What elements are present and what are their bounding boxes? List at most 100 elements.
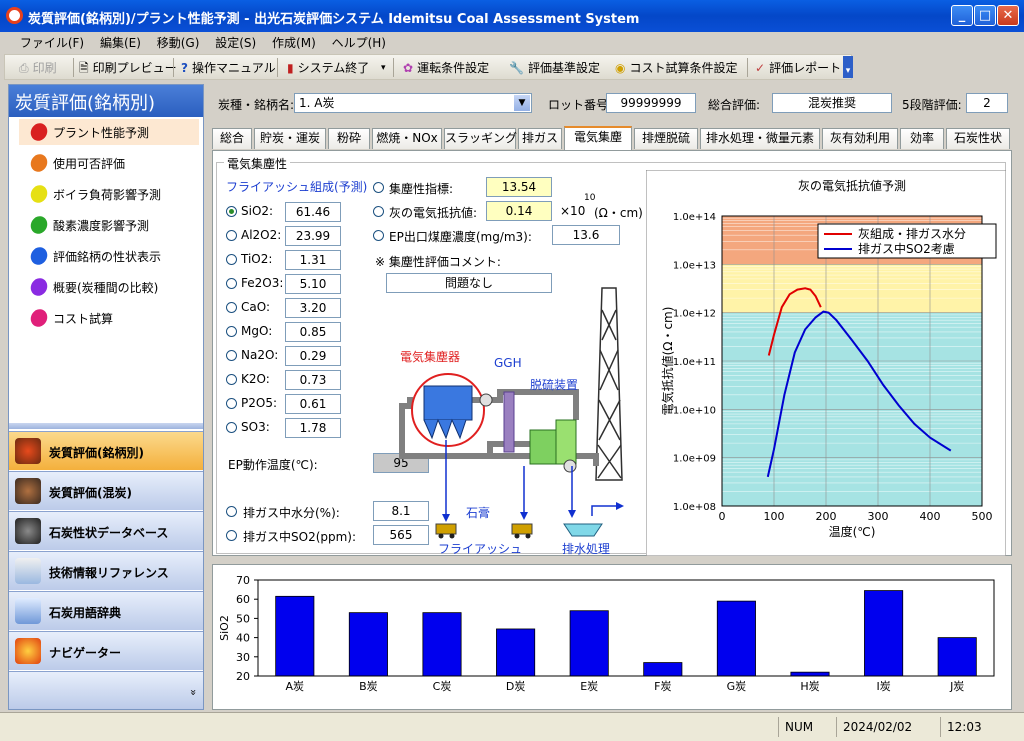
menu-settings[interactable]: 設定(S) bbox=[209, 32, 262, 51]
menu-help[interactable]: ヘルプ(H) bbox=[326, 32, 392, 51]
component-radio[interactable] bbox=[226, 302, 237, 313]
component-radio[interactable] bbox=[226, 254, 237, 265]
print-preview-button[interactable]: 🗎 印刷プレビュー bbox=[79, 59, 177, 80]
lot-number-field[interactable]: 99999999 bbox=[606, 93, 696, 113]
gypsum-diagram-label: 石膏 bbox=[466, 506, 491, 520]
sidebar-splitter[interactable] bbox=[9, 423, 203, 429]
sidebar-title: 炭質評価(銘柄別) bbox=[9, 85, 203, 117]
tab-fgd[interactable]: 排煙脱硫 bbox=[634, 128, 698, 149]
ep-concentration-radio[interactable] bbox=[373, 230, 384, 241]
cost-conditions-button[interactable]: ◉ コスト試算条件設定 bbox=[615, 59, 738, 76]
component-radio[interactable] bbox=[226, 326, 237, 337]
tab-grinding[interactable]: 粉砕 bbox=[328, 128, 370, 149]
tab-combustion[interactable]: 燃焼・NOx bbox=[372, 128, 442, 149]
menu-move[interactable]: 移動(G) bbox=[151, 32, 206, 51]
menu-file[interactable]: ファイル(F) bbox=[14, 32, 90, 51]
capsule-icon bbox=[27, 306, 51, 330]
bar bbox=[716, 600, 756, 677]
component-radio[interactable] bbox=[226, 350, 237, 361]
report-button[interactable]: ✓ 評価レポート bbox=[755, 59, 841, 76]
resistivity-label: 灰の電気抵抗値: bbox=[389, 206, 478, 220]
chimney-icon bbox=[595, 287, 623, 481]
component-label: MgO: bbox=[241, 324, 273, 338]
tab-properties[interactable]: 石炭性状 bbox=[946, 128, 1010, 149]
y-tick-label: 60 bbox=[236, 593, 250, 606]
component-radio[interactable] bbox=[226, 230, 237, 241]
tab-wastewater[interactable]: 排水処理・微量元素 bbox=[700, 128, 820, 149]
resistivity-radio[interactable] bbox=[373, 206, 384, 217]
component-radio[interactable] bbox=[226, 278, 237, 289]
component-radio[interactable] bbox=[226, 374, 237, 385]
sidebar-item-label: 使用可否評価 bbox=[53, 157, 126, 171]
nav-navigator[interactable]: ナビゲーター bbox=[9, 631, 203, 670]
gear-icon: ✿ bbox=[403, 61, 414, 75]
x-tick-label: C炭 bbox=[433, 680, 452, 693]
capsule-icon bbox=[27, 182, 51, 206]
component-radio[interactable] bbox=[226, 422, 237, 433]
moisture-radio[interactable] bbox=[226, 506, 237, 517]
lot-label: ロット番号: bbox=[548, 98, 613, 112]
sidebar-item-oxygen[interactable]: 酸素濃度影響予測 bbox=[19, 212, 199, 238]
x-tick-label: J炭 bbox=[949, 680, 964, 693]
nav-coal-eval-blend[interactable]: 炭質評価(混炭) bbox=[9, 471, 203, 510]
tab-storage[interactable]: 貯炭・運炭 bbox=[254, 128, 326, 149]
sidebar-item-usability[interactable]: 使用可否評価 bbox=[19, 150, 199, 176]
toolbar-overflow-icon[interactable]: ▾ bbox=[381, 63, 386, 73]
document-icon bbox=[15, 558, 41, 584]
tab-overall[interactable]: 総合 bbox=[212, 128, 252, 149]
manual-button[interactable]: ? 操作マニュアル bbox=[181, 59, 276, 76]
menu-edit[interactable]: 編集(E) bbox=[94, 32, 147, 51]
nav-tech-reference[interactable]: 技術情報リファレンス bbox=[9, 551, 203, 590]
component-value: 23.99 bbox=[285, 226, 341, 246]
print-label: 印刷 bbox=[32, 61, 57, 75]
component-radio[interactable] bbox=[226, 398, 237, 409]
component-value: 1.78 bbox=[285, 418, 341, 438]
sidebar-item-label: プラント性能予測 bbox=[53, 126, 150, 140]
exit-button[interactable]: ▮ システム終了 bbox=[287, 59, 369, 76]
grade-label: 5段階評価: bbox=[902, 98, 962, 112]
sidebar-item-boiler-load[interactable]: ボイラ負荷影響予測 bbox=[19, 181, 199, 207]
report-check-icon: ✓ bbox=[755, 61, 766, 75]
sidebar-item-overview[interactable]: 概要(炭種間の比較) bbox=[19, 274, 199, 300]
run-conditions-button[interactable]: ✿ 運転条件設定 bbox=[403, 59, 489, 76]
tab-slagging[interactable]: スラッギング bbox=[444, 128, 517, 149]
minimize-button[interactable]: _ bbox=[951, 5, 973, 26]
component-label: Fe2O3: bbox=[241, 276, 284, 290]
tab-esp[interactable]: 電気集塵 bbox=[564, 126, 632, 150]
coal-select[interactable]: 1. A炭 ▼ bbox=[294, 93, 532, 113]
run-conditions-label: 運転条件設定 bbox=[417, 61, 490, 75]
so2-radio[interactable] bbox=[226, 530, 237, 541]
print-button[interactable]: ⎙ 印刷 bbox=[19, 59, 57, 76]
nav-database[interactable]: 石炭性状データベース bbox=[9, 511, 203, 550]
toolbar-chevron-icon[interactable]: ▾ bbox=[843, 56, 853, 78]
y-axis-label: SiO2 bbox=[218, 615, 231, 641]
sidebar-item-cost[interactable]: コスト試算 bbox=[19, 305, 199, 331]
print-preview-label: 印刷プレビュー bbox=[92, 61, 177, 75]
maximize-button[interactable]: □ bbox=[974, 5, 996, 26]
component-value: 0.29 bbox=[285, 346, 341, 366]
fly-ash-diagram-label: フライアッシュ bbox=[438, 542, 523, 556]
close-button[interactable]: ✕ bbox=[997, 5, 1019, 26]
grade-field: 2 bbox=[966, 93, 1008, 113]
expand-chevron-icon[interactable]: » bbox=[187, 689, 200, 696]
tab-efficiency[interactable]: 効率 bbox=[900, 128, 944, 149]
eval-standard-button[interactable]: 🔧 評価基準設定 bbox=[509, 59, 600, 76]
index-radio[interactable] bbox=[373, 182, 384, 193]
tab-flue-gas[interactable]: 排ガス bbox=[518, 128, 562, 149]
printer-icon: ⎙ bbox=[19, 61, 29, 75]
component-radio[interactable] bbox=[226, 206, 237, 217]
menu-create[interactable]: 作成(M) bbox=[266, 32, 322, 51]
ggh-diagram-label: GGH bbox=[494, 356, 522, 370]
esp-group-title: 電気集塵性 bbox=[224, 155, 291, 172]
x-tick-label: A炭 bbox=[286, 680, 305, 693]
chevron-down-icon[interactable]: ▼ bbox=[514, 95, 530, 111]
resistivity-chart: 1.0e+08 1.0e+09 1.0e+10 1.0e+11 1.0e+12 1.0e+… bbox=[646, 170, 1006, 556]
x-tick-label: 300 bbox=[868, 510, 889, 523]
sidebar-item-properties[interactable]: 評価銘柄の性状表示 bbox=[19, 243, 199, 269]
tab-ash-use[interactable]: 灰有効利用 bbox=[822, 128, 898, 149]
nav-glossary[interactable]: 石炭用語辞典 bbox=[9, 591, 203, 630]
toolbar: ⎙ 印刷 🗎 印刷プレビュー ? 操作マニュアル ▮ システム終了 ▾ ✿ 運転条件設定 … bbox=[4, 54, 852, 80]
sidebar-item-label: ボイラ負荷影響予測 bbox=[53, 188, 162, 202]
nav-coal-eval-single[interactable]: 炭質評価(銘柄別) bbox=[9, 431, 203, 470]
sidebar-item-plant-performance[interactable]: プラント性能予測 bbox=[19, 119, 199, 145]
